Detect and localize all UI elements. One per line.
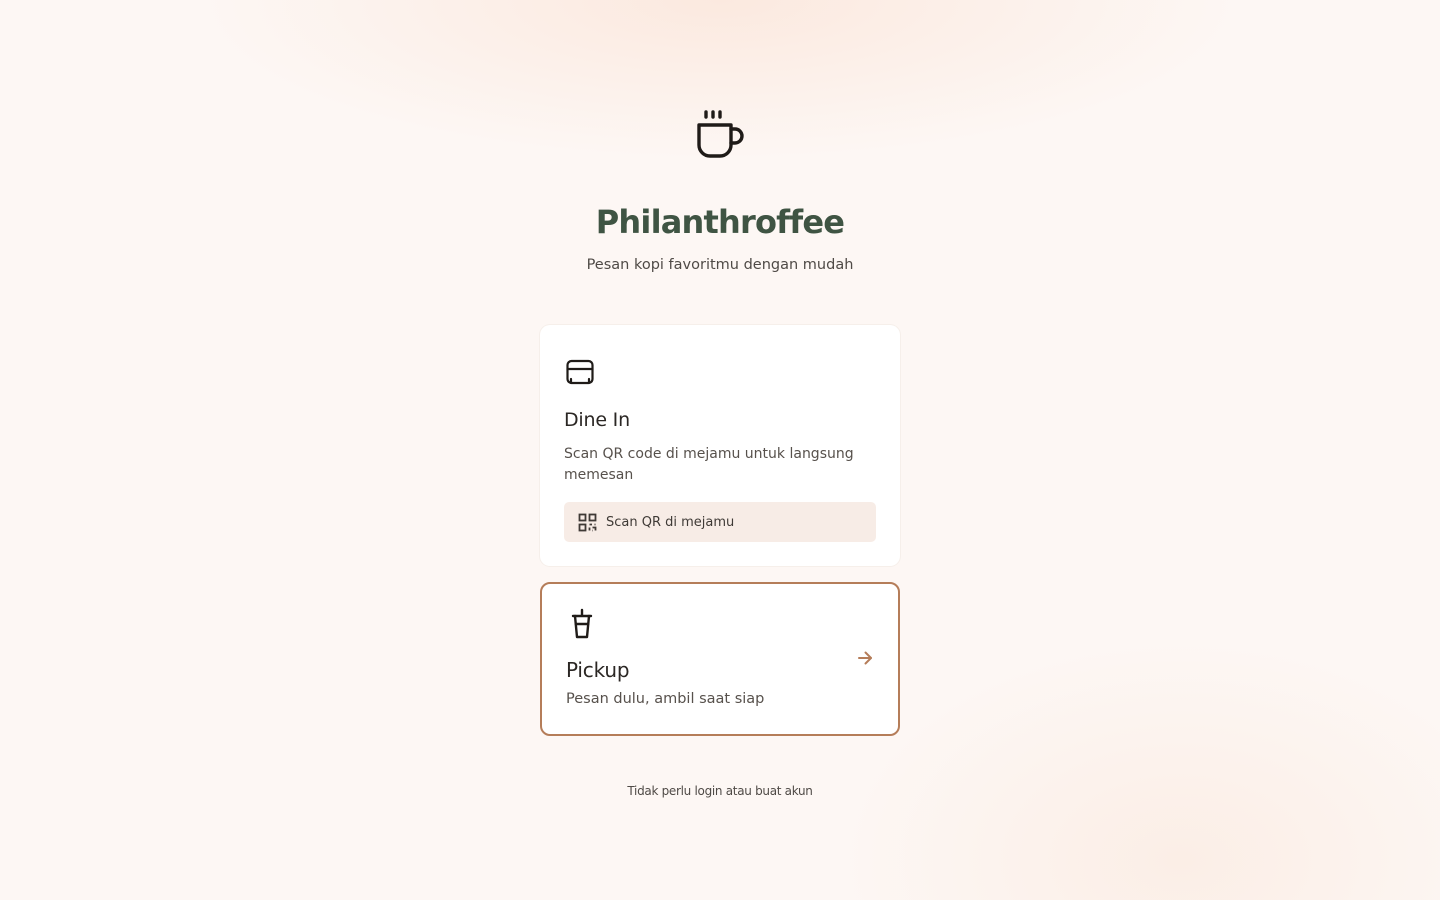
pickup-card[interactable]: Pickup Pesan dulu, ambil saat siap bbox=[540, 582, 900, 736]
brand-name: Philanthroffee bbox=[595, 203, 845, 241]
dine-in-description: Scan QR code di mejamu untuk langsung me… bbox=[564, 446, 854, 483]
table-icon bbox=[564, 356, 596, 388]
pickup-title: Pickup bbox=[566, 658, 630, 682]
takeaway-cup-icon bbox=[568, 608, 596, 640]
no-login-note: Tidak perlu login atau buat akun bbox=[627, 784, 813, 798]
scan-qr-label: Scan QR di mejamu bbox=[606, 514, 735, 530]
dine-in-title: Dine In bbox=[564, 409, 630, 431]
welcome-page: Philanthroffee Pesan kopi favoritmu deng… bbox=[0, 0, 1440, 900]
coffee-cup-icon bbox=[694, 108, 748, 162]
brand-tagline: Pesan kopi favoritmu dengan mudah bbox=[586, 257, 854, 273]
pickup-description: Pesan dulu, ambil saat siap bbox=[566, 691, 765, 707]
scan-qr-button[interactable]: Scan QR di mejamu bbox=[564, 502, 876, 542]
qr-code-icon bbox=[578, 513, 606, 532]
arrow-right-icon bbox=[856, 649, 874, 667]
dine-in-card: Dine In Scan QR code di mejamu untuk lan… bbox=[540, 325, 900, 566]
